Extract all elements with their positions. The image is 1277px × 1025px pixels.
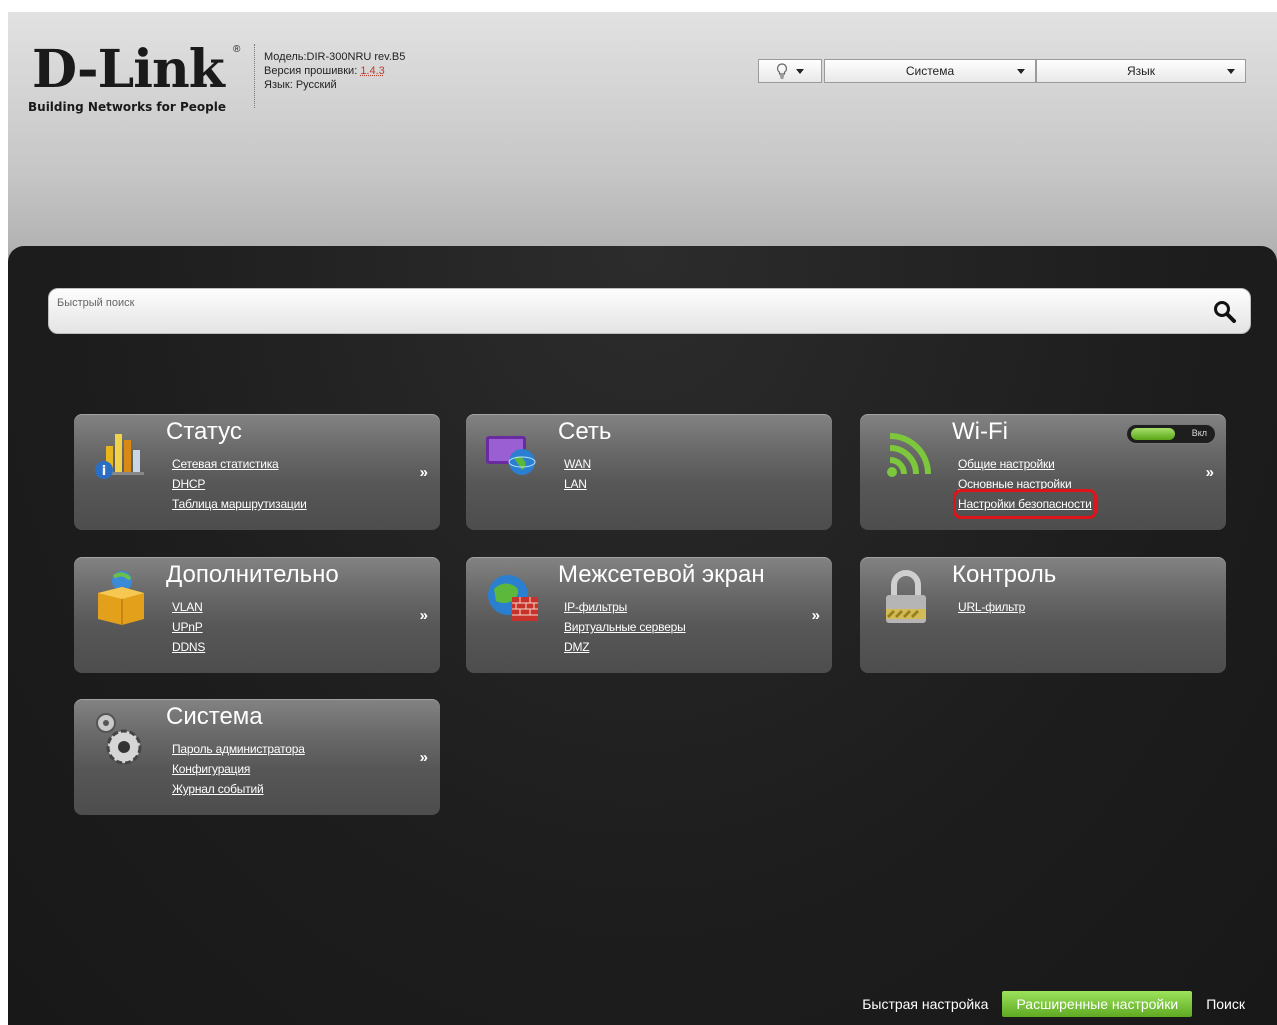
system-menu-dropdown[interactable]: Система <box>824 59 1036 83</box>
link-dmz[interactable]: DMZ <box>564 637 686 657</box>
card-status: i Статус Сетевая статистика DHCP Таблица… <box>74 414 440 530</box>
chevron-down-icon <box>796 68 804 74</box>
card-title: Дополнительно <box>166 561 339 588</box>
card-title: Система <box>166 703 263 730</box>
link-wan[interactable]: WAN <box>564 454 591 474</box>
card-system: Система Пароль администратора Конфигурац… <box>74 699 440 815</box>
link-lan[interactable]: LAN <box>564 474 591 494</box>
language-menu-dropdown[interactable]: Язык <box>1036 59 1246 83</box>
quick-search-input[interactable] <box>57 293 1197 313</box>
link-wifi-security-settings[interactable]: Настройки безопасности <box>953 489 1097 519</box>
bar-chart-icon: i <box>95 434 144 479</box>
firmware-label: Версия прошивки: <box>264 65 361 77</box>
link-ddns[interactable]: DDNS <box>172 637 205 657</box>
card-title: Сеть <box>558 418 612 445</box>
toggle-knob <box>1131 428 1175 440</box>
card-advanced: Дополнительно VLAN UPnP DDNS » <box>74 557 440 673</box>
link-wifi-general-settings[interactable]: Общие настройки <box>958 454 1092 474</box>
language-line: Язык: Русский <box>264 79 337 91</box>
logo-wordmark: D-Link <box>32 39 225 100</box>
main-panel: i Статус Сетевая статистика DHCP Таблица… <box>8 246 1277 1025</box>
card-network: Сеть WAN LAN <box>466 414 832 530</box>
card-wifi: Wi-Fi Вкл Общие настройки Основные настр… <box>860 414 1226 530</box>
logo-tagline: Building Networks for People <box>28 100 226 114</box>
device-info: Модель:DIR-300NRU rev.B5 Версия прошивки… <box>264 50 405 92</box>
more-arrow-icon[interactable]: » <box>420 607 428 624</box>
link-ip-filters[interactable]: IP-фильтры <box>564 597 686 617</box>
chevron-down-icon <box>1227 69 1235 74</box>
link-url-filter[interactable]: URL-фильтр <box>958 597 1025 617</box>
monitor-globe-icon <box>486 436 536 475</box>
language-menu-label: Язык <box>1126 64 1156 78</box>
quick-search-bar <box>48 288 1251 334</box>
chevron-down-icon <box>1017 69 1025 74</box>
more-arrow-icon[interactable]: » <box>420 749 428 766</box>
more-arrow-icon[interactable]: » <box>812 607 820 624</box>
link-routing-table[interactable]: Таблица маршрутизации <box>172 494 307 514</box>
header-divider <box>254 44 256 108</box>
card-title: Контроль <box>952 561 1057 588</box>
dlink-logo: D-Link ® Building Networks for People <box>28 39 248 115</box>
wifi-enable-toggle[interactable]: Вкл <box>1126 424 1216 444</box>
search-link[interactable]: Поиск <box>1206 996 1245 1012</box>
router-admin-page: D-Link ® Building Networks for People Мо… <box>8 12 1277 1025</box>
package-box-icon <box>98 571 144 625</box>
link-configuration[interactable]: Конфигурация <box>172 759 305 779</box>
logo-registered-mark: ® <box>233 44 241 55</box>
link-wifi-basic-settings[interactable]: Основные настройки <box>958 474 1092 494</box>
link-admin-password[interactable]: Пароль администратора <box>172 739 305 759</box>
toggle-label: Вкл <box>1191 428 1207 438</box>
magnifier-icon[interactable] <box>1212 299 1238 325</box>
padlock-icon <box>886 570 926 623</box>
card-control: Контроль URL-фильтр <box>860 557 1226 673</box>
notifications-dropdown[interactable] <box>758 59 822 83</box>
card-firewall: Межсетевой экран IP-фильтры Виртуальные … <box>466 557 832 673</box>
card-title: Межсетевой экран <box>558 561 765 588</box>
card-title: Статус <box>166 418 242 445</box>
quick-setup-link[interactable]: Быстрая настройка <box>862 996 988 1012</box>
link-vlan[interactable]: VLAN <box>172 597 205 617</box>
link-dhcp[interactable]: DHCP <box>172 474 307 494</box>
card-title: Wi-Fi <box>952 418 1008 445</box>
link-virtual-servers[interactable]: Виртуальные серверы <box>564 617 686 637</box>
link-event-log[interactable]: Журнал событий <box>172 779 305 799</box>
lightbulb-icon <box>776 63 788 79</box>
link-network-statistics[interactable]: Сетевая статистика <box>172 454 307 474</box>
gears-icon <box>96 713 142 765</box>
footer-nav: Быстрая настройка Расширенные настройки … <box>862 991 1245 1017</box>
wifi-signal-icon <box>887 433 931 477</box>
model-line: Модель:DIR-300NRU rev.B5 <box>264 51 406 63</box>
firmware-line: Версия прошивки: 1.4.3 <box>264 64 405 78</box>
advanced-setup-button[interactable]: Расширенные настройки <box>1002 991 1193 1017</box>
svg-text:i: i <box>102 464 106 479</box>
firmware-version[interactable]: 1.4.3 <box>360 65 384 77</box>
link-upnp[interactable]: UPnP <box>172 617 205 637</box>
more-arrow-icon[interactable]: » <box>1206 464 1214 481</box>
firewall-globe-icon <box>488 575 538 621</box>
system-menu-label: Система <box>905 64 955 78</box>
more-arrow-icon[interactable]: » <box>420 464 428 481</box>
